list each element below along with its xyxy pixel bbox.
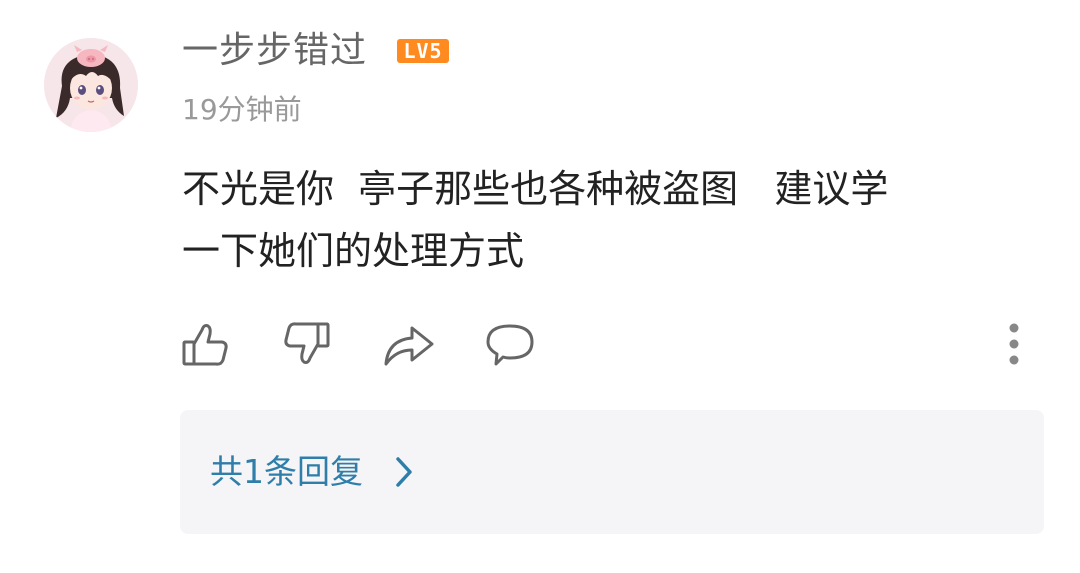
- action-bar: [0, 318, 1080, 374]
- comment-time: 19分钟前: [182, 93, 302, 126]
- reply-button[interactable]: [484, 318, 540, 374]
- comment-text-line: 不光是你 亭子那些也各种被盗图 建议学: [182, 167, 889, 211]
- more-icon: [1009, 323, 1019, 365]
- avatar[interactable]: [44, 38, 138, 132]
- level-badge: LV5: [397, 39, 449, 63]
- thumbs-up-icon: [182, 324, 228, 366]
- comment-text-line: 一下她们的处理方式: [182, 229, 525, 273]
- like-button[interactable]: [180, 318, 236, 374]
- comment-icon: [486, 324, 534, 366]
- reply-count-label: 共1条回复: [210, 452, 363, 491]
- comment-text: 不光是你 亭子那些也各种被盗图 建议学 一下她们的处理方式: [182, 158, 1042, 282]
- share-button[interactable]: [382, 318, 438, 374]
- thumbs-down-icon: [284, 322, 330, 364]
- chevron-right-icon: [396, 457, 412, 487]
- view-replies-button[interactable]: 共1条回复: [180, 410, 1044, 534]
- username[interactable]: 一步步错过: [182, 26, 367, 76]
- more-button[interactable]: [994, 318, 1034, 374]
- dislike-button[interactable]: [282, 318, 338, 374]
- share-icon: [384, 326, 434, 366]
